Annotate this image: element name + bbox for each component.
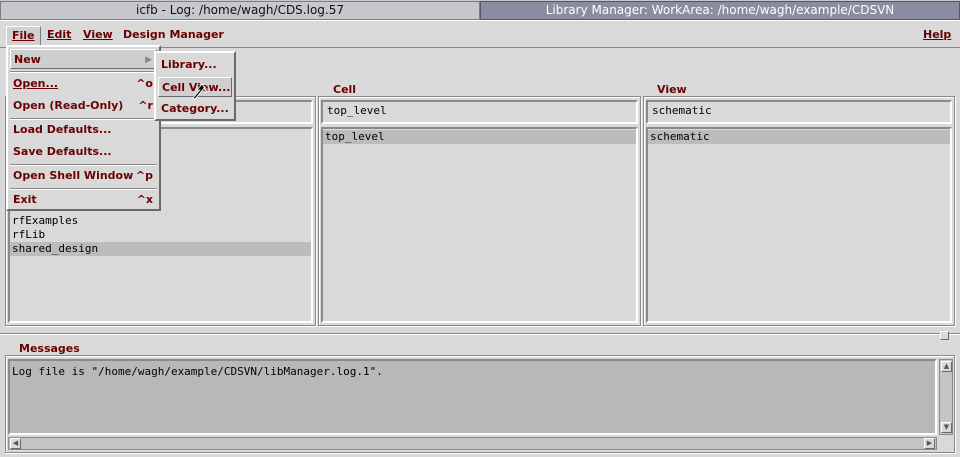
view-list[interactable]: schematic (646, 127, 952, 323)
cell-list[interactable]: top_level (321, 127, 638, 323)
menu-item-open-readonly-accel: ^r (138, 99, 153, 112)
menu-item-load-defaults[interactable]: Load Defaults... (10, 120, 157, 140)
list-item[interactable]: rfExamples (10, 214, 311, 228)
file-menu: New ▶ Open... ^o Open (Read-Only) ^r Loa… (6, 45, 161, 211)
menu-design-manager-label: Design Manager (123, 28, 224, 41)
cell-group-title: Cell (330, 83, 360, 96)
menu-item-new-label: New (14, 53, 41, 66)
view-filter-value: schematic (652, 104, 712, 117)
menu-edit[interactable]: Edit (42, 26, 76, 46)
menu-item-new[interactable]: New ▶ (10, 49, 157, 69)
cell-filter-value: top_level (327, 104, 387, 117)
menu-file-label: File (12, 29, 35, 42)
submenu-item-library[interactable]: Library... (158, 55, 232, 75)
menu-design-manager[interactable]: Design Manager (118, 26, 229, 46)
scroll-right-icon[interactable]: ▶ (924, 438, 935, 449)
submenu-arrow-icon: ▶ (145, 55, 152, 65)
list-item-selected[interactable]: top_level (323, 130, 636, 144)
menu-item-exit-accel: ^x (136, 193, 153, 206)
menu-item-open-label: Open... (13, 77, 59, 90)
menu-item-save-defaults-label: Save Defaults... (13, 145, 112, 158)
menu-view[interactable]: View (78, 26, 118, 46)
menu-item-load-defaults-label: Load Defaults... (13, 123, 112, 136)
list-item-selected[interactable]: schematic (648, 130, 950, 144)
messages-text-area[interactable]: Log file is "/home/wagh/example/CDSVN/li… (8, 359, 937, 435)
menu-help[interactable]: Help (918, 26, 956, 46)
task-library-manager[interactable]: Library Manager: WorkArea: /home/wagh/ex… (480, 1, 960, 20)
view-group-title: View (654, 83, 690, 96)
task-icfb-log[interactable]: icfb - Log: /home/wagh/CDS.log.57 (0, 1, 480, 20)
menu-help-label: Help (923, 28, 952, 41)
menu-item-open-shell-accel: ^p (135, 169, 153, 182)
menu-item-open-readonly[interactable]: Open (Read-Only) ^r (10, 96, 157, 116)
taskbar: icfb - Log: /home/wagh/CDS.log.57 Librar… (0, 0, 960, 20)
menu-item-open-readonly-label: Open (Read-Only) (13, 99, 124, 112)
menu-item-exit-label: Exit (13, 193, 37, 206)
messages-text: Log file is "/home/wagh/example/CDSVN/li… (12, 365, 383, 378)
scroll-down-icon[interactable]: ▼ (941, 422, 952, 433)
menu-edit-label: Edit (47, 28, 72, 41)
mouse-pointer-icon (193, 83, 208, 100)
menu-item-exit[interactable]: Exit ^x (10, 190, 157, 210)
menu-item-open-shell-label: Open Shell Window (13, 169, 134, 182)
pane-divider (0, 333, 960, 335)
list-item[interactable]: rfLib (10, 228, 311, 242)
scroll-up-icon[interactable]: ▲ (941, 361, 952, 372)
menu-view-label: View (83, 28, 113, 41)
menu-item-open-accel: ^o (136, 77, 153, 90)
submenu-item-category[interactable]: Category... (158, 99, 232, 119)
menu-item-open[interactable]: Open... ^o (10, 74, 157, 94)
scroll-left-icon[interactable]: ◀ (10, 438, 21, 449)
menu-item-save-defaults[interactable]: Save Defaults... (10, 142, 157, 162)
submenu-item-category-label: Category... (161, 102, 229, 115)
list-item-selected[interactable]: shared_design (10, 242, 311, 256)
messages-vscrollbar[interactable]: ▲ ▼ (939, 359, 953, 435)
menu-item-open-shell[interactable]: Open Shell Window ^p (10, 166, 157, 186)
view-filter-field[interactable]: schematic (646, 100, 952, 124)
messages-title: Messages (16, 342, 83, 355)
cell-filter-field[interactable]: top_level (321, 100, 638, 124)
submenu-item-library-label: Library... (161, 58, 217, 71)
pane-sash-handle[interactable] (940, 331, 949, 340)
menubar: File Edit View Design Manager Help (0, 20, 960, 48)
menu-file[interactable]: File (6, 26, 41, 46)
messages-hscrollbar[interactable]: ◀ ▶ (8, 437, 937, 450)
menu-separator (10, 71, 157, 73)
